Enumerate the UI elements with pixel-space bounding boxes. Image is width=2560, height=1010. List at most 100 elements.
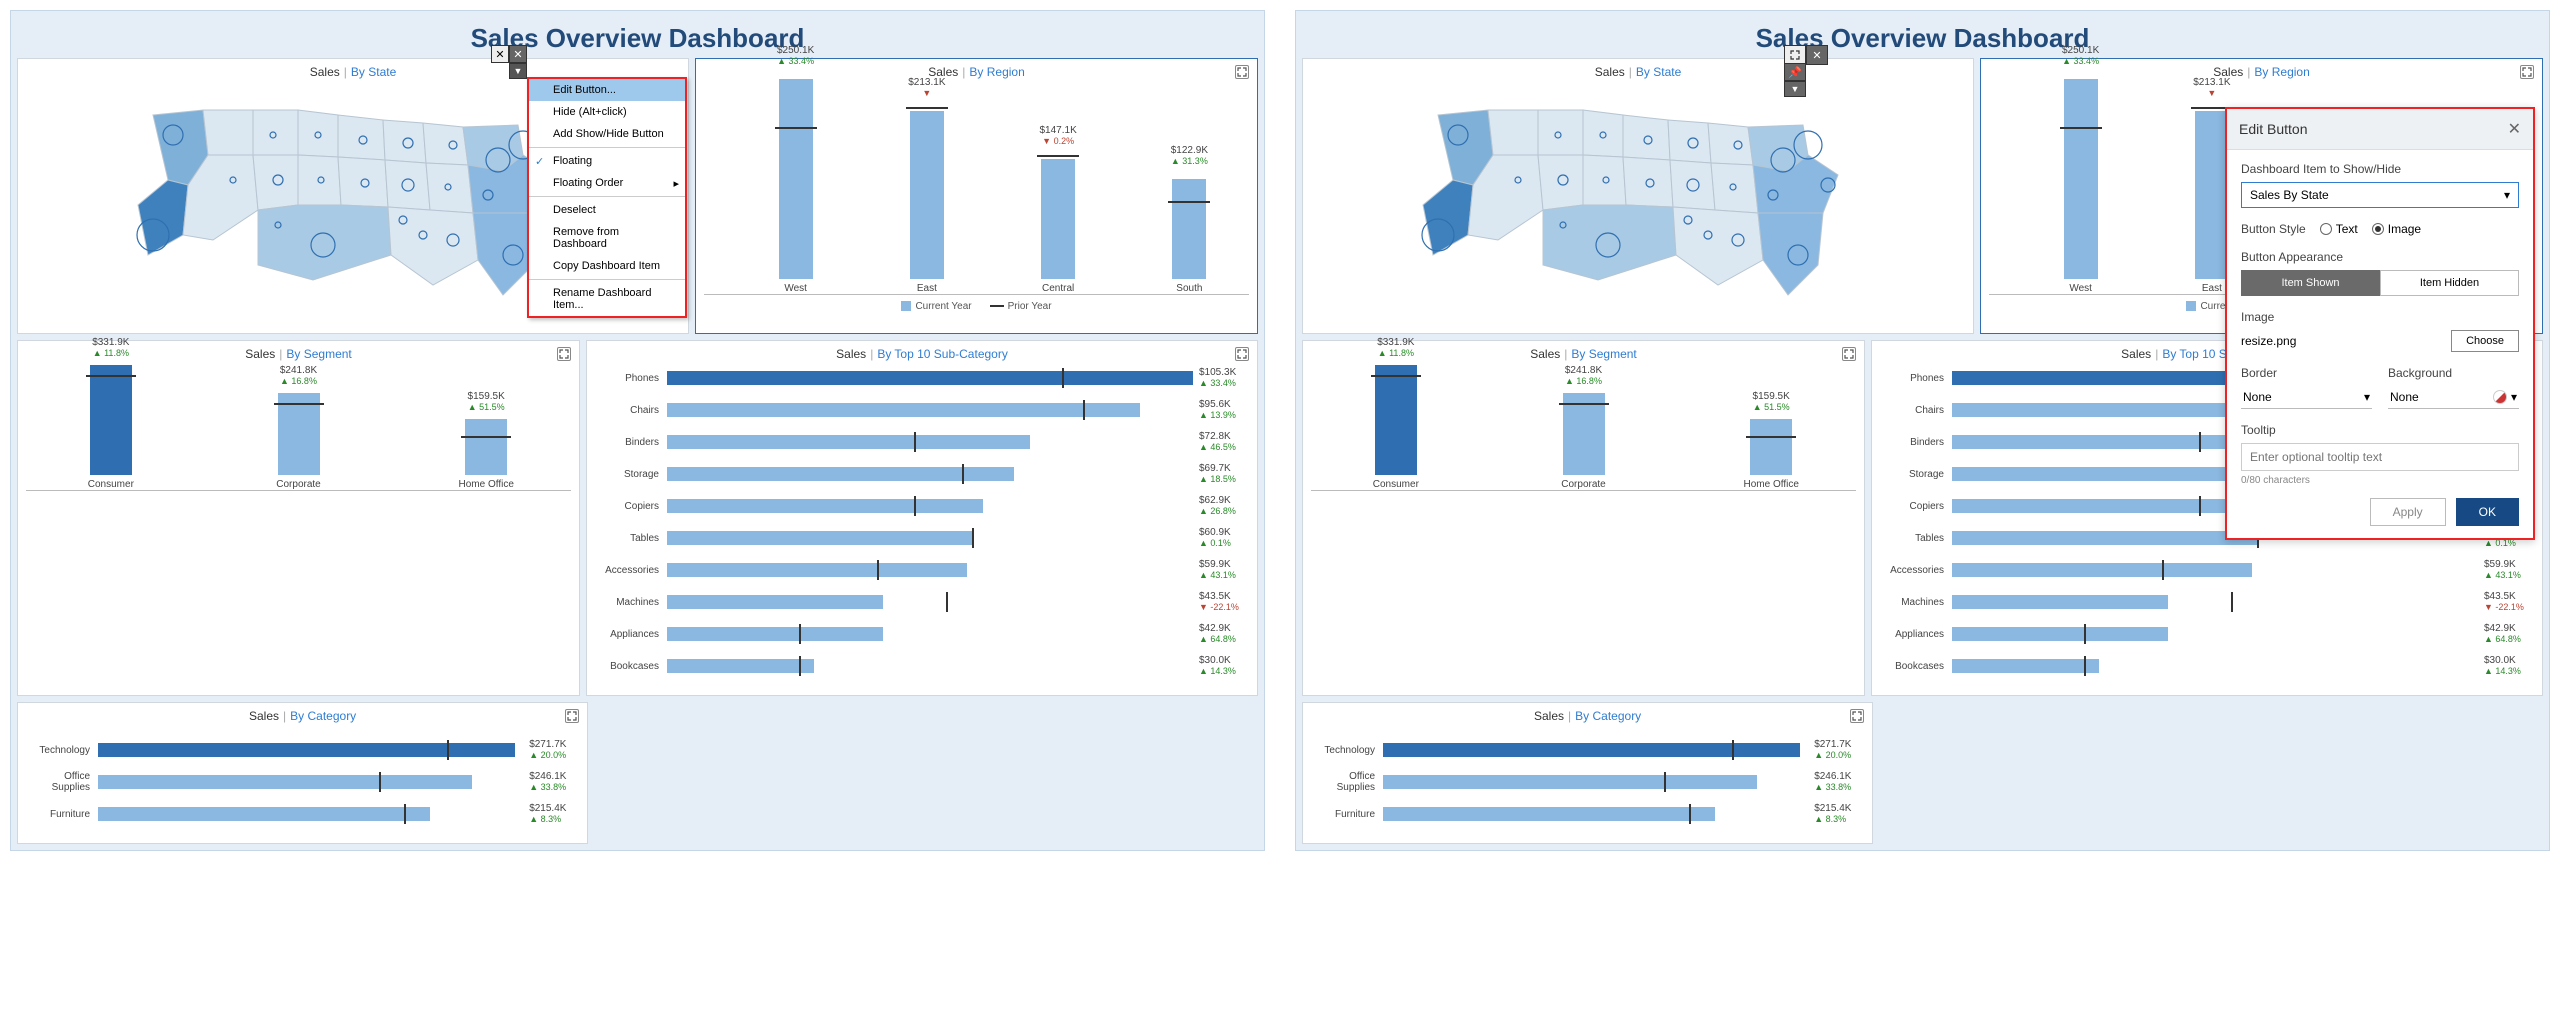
hbar-appliances[interactable]: Appliances $42.9K▲ 64.8% [1880,623,2534,645]
edit-button-dialog: Edit Button ✕ Dashboard Item to Show/Hid… [2225,107,2535,540]
card-title-state: Sales|By State [1311,65,1965,79]
expand-icon[interactable] [1235,347,1249,361]
image-label: Image [2241,310,2519,324]
us-map[interactable] [1311,85,1965,325]
expand-icon[interactable] [565,709,579,723]
hbar-furniture[interactable]: Furniture $215.4K▲ 8.3% [1311,803,1864,825]
image-filename: resize.png [2241,334,2296,348]
dashboard-left: Sales Overview Dashboard Sales|By State [10,10,1265,851]
ctx-item-edit-button[interactable]: Edit Button... [529,79,685,101]
segment-bar-consumer[interactable]: $331.9K▲ 11.8% Consumer [36,365,186,490]
segment-bar-chart[interactable]: $331.9K▲ 11.8% Consumer$241.8K▲ 16.8% Co… [1311,371,1856,491]
tooltip-char-count: 0/80 characters [2241,475,2519,486]
hbar-phones[interactable]: Phones $105.3K▲ 33.4% [595,367,1249,389]
dialog-title: Edit Button [2239,121,2308,137]
hbar-copiers[interactable]: Copiers $62.9K▲ 26.8% [595,495,1249,517]
hbar-appliances[interactable]: Appliances $42.9K▲ 64.8% [595,623,1249,645]
subcat-bar-chart[interactable]: Phones $105.3K▲ 33.4% Chairs $95.6K▲ 13.9… [595,367,1249,677]
ctx-item-hide-alt-click[interactable]: Hide (Alt+click) [529,101,685,123]
tooltip-input[interactable] [2241,443,2519,471]
toggle-item-hidden[interactable]: Item Hidden [2380,270,2519,296]
close-icon[interactable]: ✕ [1806,45,1828,65]
background-select[interactable]: None▾ [2388,386,2519,409]
tooltip-label: Tooltip [2241,423,2519,437]
close-icon[interactable]: ✕ [491,45,509,63]
border-select[interactable]: None▾ [2241,386,2372,409]
hbar-machines[interactable]: Machines $43.5K▼ -22.1% [595,591,1249,613]
segment-bar-home-office[interactable]: $159.5K▲ 51.5% Home Office [1696,419,1846,490]
hbar-accessories[interactable]: Accessories $59.9K▲ 43.1% [1880,559,2534,581]
hbar-machines[interactable]: Machines $43.5K▼ -22.1% [1880,591,2534,613]
floating-toolbar: ✕ ✕ [491,45,527,63]
card-sales-by-segment: Sales|By Segment $331.9K▲ 11.8% Consumer… [17,340,580,696]
dropdown-caret-icon[interactable]: ▼ [1784,81,1806,97]
ctx-item-copy-dashboard-item[interactable]: Copy Dashboard Item [529,255,685,277]
hbar-office-supplies[interactable]: Office Supplies $246.1K▲ 33.8% [26,771,579,793]
hbar-storage[interactable]: Storage $69.7K▲ 18.5% [595,463,1249,485]
radio-text[interactable]: Text [2320,222,2358,236]
hbar-technology[interactable]: Technology $271.7K▲ 20.0% [26,739,579,761]
card-sales-by-subcategory: Sales|By Top 10 Sub-Category Phones $105… [586,340,1258,696]
region-bar-south[interactable]: $122.9K▲ 31.3% South [1138,179,1241,294]
ctx-item-rename-dashboard-item[interactable]: Rename Dashboard Item... [529,282,685,316]
apply-button[interactable]: Apply [2370,498,2446,526]
segment-bar-home-office[interactable]: $159.5K▲ 51.5% Home Office [411,419,561,490]
category-bar-chart[interactable]: Technology $271.7K▲ 20.0% Office Supplies… [26,739,579,825]
close-icon-2[interactable]: ✕ [509,45,527,63]
hbar-accessories[interactable]: Accessories $59.9K▲ 43.1% [595,559,1249,581]
card-sales-by-category: Sales|By Category Technology $271.7K▲ 20… [1302,702,1873,844]
hbar-binders[interactable]: Binders $72.8K▲ 46.5% [595,431,1249,453]
ctx-item-deselect[interactable]: Deselect [529,199,685,221]
region-bar-east[interactable]: $213.1K▼ East [875,111,978,294]
pin-icon[interactable]: 📌 [1784,63,1806,81]
ctx-item-floating-order[interactable]: Floating Order▸ [529,172,685,194]
region-bar-west[interactable]: $250.1K▲ 33.4% West [2029,79,2132,294]
expand-icon[interactable] [2520,65,2534,79]
hbar-technology[interactable]: Technology $271.7K▲ 20.0% [1311,739,1864,761]
hbar-chairs[interactable]: Chairs $95.6K▲ 13.9% [595,399,1249,421]
expand-icon[interactable] [1842,347,1856,361]
dashboard-right: Sales Overview Dashboard Sales|By State [1295,10,2550,851]
region-bar-west[interactable]: $250.1K▲ 33.4% West [744,79,847,294]
hbar-bookcases[interactable]: Bookcases $30.0K▲ 14.3% [595,655,1249,677]
item-to-showhide-select[interactable]: Sales By State▾ [2241,182,2519,208]
close-icon[interactable]: ✕ [2508,119,2521,139]
segment-bar-corporate[interactable]: $241.8K▲ 16.8% Corporate [1509,393,1659,490]
hbar-office-supplies[interactable]: Office Supplies $246.1K▲ 33.8% [1311,771,1864,793]
region-bar-chart[interactable]: $250.1K▲ 33.4% West$213.1K▼ East$147.1K▼… [704,85,1249,295]
expand-icon[interactable] [557,347,571,361]
dropdown-caret-icon[interactable]: ▼ [509,63,527,79]
segment-bar-consumer[interactable]: $331.9K▲ 11.8% Consumer [1321,365,1471,490]
background-label: Background [2388,366,2519,380]
expand-icon[interactable] [1784,45,1806,65]
context-menu: Edit Button...Hide (Alt+click)Add Show/H… [527,77,687,318]
ctx-item-remove-from-dashboard[interactable]: Remove from Dashboard [529,221,685,255]
radio-image[interactable]: Image [2372,222,2421,236]
appearance-label: Button Appearance [2241,250,2519,264]
ctx-item-add-show-hide-button[interactable]: Add Show/Hide Button [529,123,685,145]
expand-icon[interactable] [1850,709,1864,723]
card-sales-by-state: Sales|By State [1302,58,1974,334]
hbar-bookcases[interactable]: Bookcases $30.0K▲ 14.3% [1880,655,2534,677]
segment-bar-corporate[interactable]: $241.8K▲ 16.8% Corporate [224,393,374,490]
hbar-furniture[interactable]: Furniture $215.4K▲ 8.3% [26,803,579,825]
segment-bar-chart[interactable]: $331.9K▲ 11.8% Consumer$241.8K▲ 16.8% Co… [26,371,571,491]
border-label: Border [2241,366,2372,380]
toggle-item-shown[interactable]: Item Shown [2241,270,2380,296]
card-title-category: Sales|By Category [1311,709,1864,723]
hbar-tables[interactable]: Tables $60.9K▲ 0.1% [595,527,1249,549]
card-title-region: Sales|By Region [1989,65,2534,79]
dialog-item-label: Dashboard Item to Show/Hide [2241,162,2519,176]
card-title-subcat: Sales|By Top 10 Sub-Category [595,347,1249,361]
dashboard-title: Sales Overview Dashboard [1302,17,2543,58]
card-title-region: Sales|By Region [704,65,1249,79]
button-style-label: Button Style [2241,222,2306,236]
category-bar-chart[interactable]: Technology $271.7K▲ 20.0% Office Supplies… [1311,739,1864,825]
ctx-item-floating[interactable]: ✓Floating [529,150,685,172]
card-sales-by-segment: Sales|By Segment $331.9K▲ 11.8% Consumer… [1302,340,1865,696]
ok-button[interactable]: OK [2456,498,2519,526]
choose-button[interactable]: Choose [2451,330,2519,352]
expand-icon[interactable] [1235,65,1249,79]
region-bar-central[interactable]: $147.1K▼ 0.2% Central [1007,159,1110,294]
region-legend: Current Year Prior Year [704,301,1249,312]
